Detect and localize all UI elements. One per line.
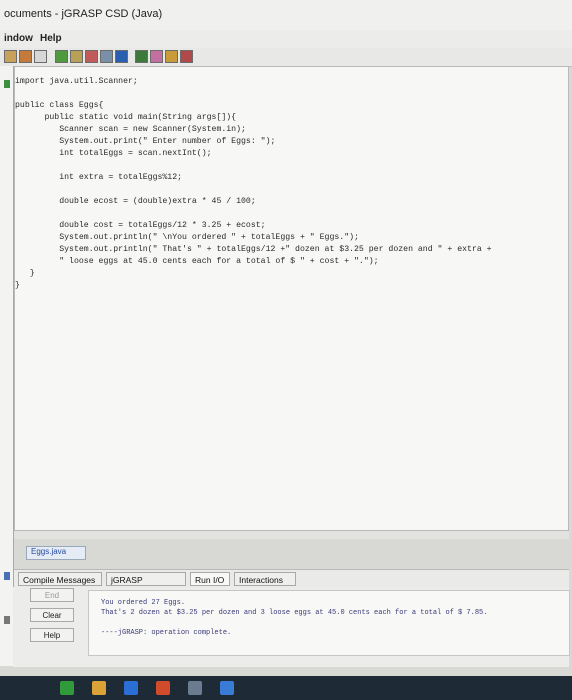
code-line: " loose eggs at 45.0 cents each for a to… bbox=[15, 257, 379, 266]
compile-icon[interactable] bbox=[4, 50, 17, 63]
breakpoint-icon bbox=[4, 80, 10, 88]
menu-window[interactable]: indow bbox=[4, 33, 33, 44]
add-icon[interactable] bbox=[55, 50, 68, 63]
code-line: public class Eggs{ bbox=[15, 101, 104, 110]
code-line: import java.util.Scanner; bbox=[15, 77, 138, 86]
tab-run-io[interactable]: Run I/O bbox=[190, 572, 230, 586]
output-line: ----jGRASP: operation complete. bbox=[101, 629, 232, 637]
debug-run-icon[interactable] bbox=[85, 50, 98, 63]
run-icon[interactable] bbox=[70, 50, 83, 63]
end-button[interactable]: End bbox=[30, 588, 74, 602]
left-gutter bbox=[0, 66, 14, 666]
code-text[interactable]: import java.util.Scanner; public class E… bbox=[15, 69, 568, 531]
code-line: System.out.println(" That's " + totalEgg… bbox=[15, 245, 492, 254]
bottom-tab-bar: Compile Messages jGRASP Messages Run I/O… bbox=[14, 569, 569, 599]
window-title: ocuments - jGRASP CSD (Java) bbox=[4, 8, 163, 20]
tab-jgrasp-messages[interactable]: jGRASP Messages bbox=[106, 572, 186, 599]
editor-horizontal-scrollbar[interactable] bbox=[14, 530, 569, 539]
code-editor[interactable]: import java.util.Scanner; public class E… bbox=[14, 66, 569, 536]
slider-icon bbox=[4, 616, 10, 624]
app-icon[interactable] bbox=[60, 681, 74, 695]
app-icon[interactable] bbox=[220, 681, 234, 695]
code-line: int totalEggs = scan.nextInt(); bbox=[15, 149, 212, 158]
window-titlebar: ocuments - jGRASP CSD (Java) bbox=[0, 0, 572, 31]
output-line: You ordered 27 Eggs. bbox=[101, 599, 186, 607]
code-line: Scanner scan = new Scanner(System.in); bbox=[15, 125, 246, 134]
file-tab-eggs[interactable]: Eggs.java bbox=[26, 546, 86, 560]
run-output[interactable]: You ordered 27 Eggs. That's 2 dozen at $… bbox=[88, 590, 570, 656]
nav-icon bbox=[4, 572, 10, 580]
code-line: System.out.print(" Enter number of Eggs:… bbox=[15, 137, 276, 146]
code-line: double cost = totalEggs/12 * 3.25 + ecos… bbox=[15, 221, 266, 230]
taskbar bbox=[0, 676, 572, 700]
code-line: } bbox=[15, 269, 35, 278]
code-line: int extra = totalEggs%12; bbox=[15, 173, 183, 182]
help-button[interactable]: Help bbox=[30, 628, 74, 642]
code-line: public static void main(String args[]){ bbox=[15, 113, 237, 122]
fold-icon[interactable] bbox=[135, 50, 148, 63]
menu-bar: indow Help bbox=[0, 30, 572, 48]
tab-interactions[interactable]: Interactions bbox=[234, 572, 296, 586]
code-line: } bbox=[15, 281, 20, 290]
output-line: That's 2 dozen at $3.25 per dozen and 3 … bbox=[101, 609, 488, 617]
mark-icon[interactable] bbox=[165, 50, 178, 63]
toolbar bbox=[0, 48, 572, 67]
app-icon[interactable] bbox=[156, 681, 170, 695]
debug-icon[interactable] bbox=[19, 50, 32, 63]
file-tab-label: Eggs.java bbox=[31, 547, 67, 556]
code-line: double ecost = (double)extra * 45 / 100; bbox=[15, 197, 256, 206]
csd-icon[interactable] bbox=[115, 50, 128, 63]
tab-compile-messages[interactable]: Compile Messages bbox=[18, 572, 102, 586]
uml-icon[interactable] bbox=[34, 50, 47, 63]
bookmark-icon[interactable] bbox=[180, 50, 193, 63]
app-icon[interactable] bbox=[188, 681, 202, 695]
stepper-icon[interactable] bbox=[100, 50, 113, 63]
number-icon[interactable] bbox=[150, 50, 163, 63]
clear-button[interactable]: Clear bbox=[30, 608, 74, 622]
app-icon[interactable] bbox=[92, 681, 106, 695]
code-line: System.out.println(" \nYou ordered " + t… bbox=[15, 233, 359, 242]
menu-help[interactable]: Help bbox=[40, 33, 62, 44]
app-icon[interactable] bbox=[124, 681, 138, 695]
